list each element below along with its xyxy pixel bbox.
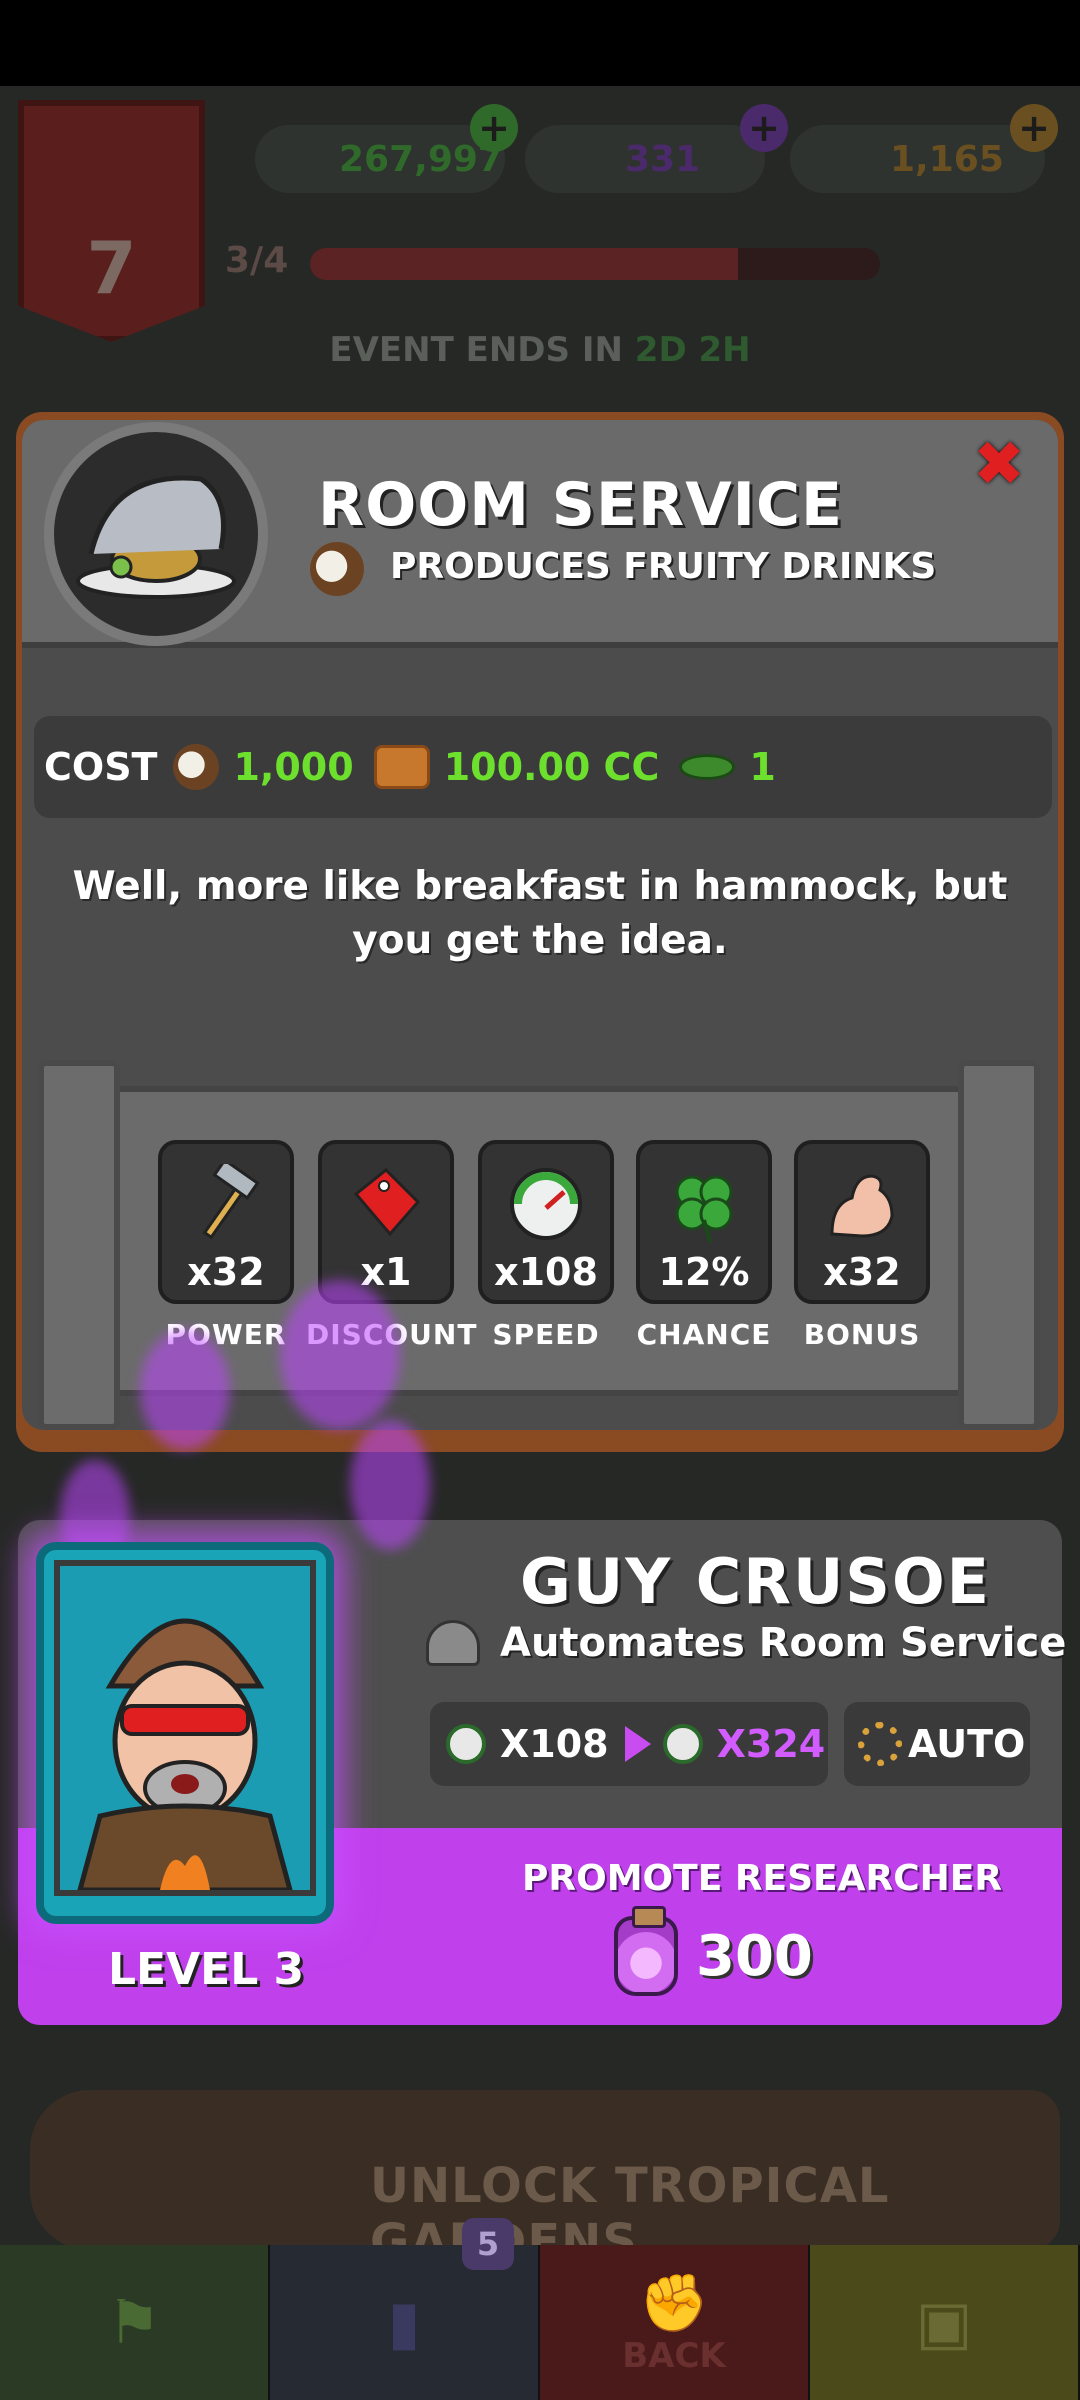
cash-counter: 267,997 xyxy=(255,125,505,193)
cost-row: COST 1,000 100.00 CC 1 xyxy=(34,716,1052,818)
promote-smoke xyxy=(280,1280,400,1430)
stage-progress-fill xyxy=(310,248,738,280)
modal-title: ROOM SERVICE xyxy=(318,470,843,540)
researcher-portrait xyxy=(54,1560,316,1896)
flag-icon: ⚑ xyxy=(107,2287,161,2358)
cards-count-badge: 5 xyxy=(462,2218,514,2270)
speed-gauge-icon xyxy=(662,1724,703,1764)
bottom-nav: ⚑ ▮ ✊ BACK ▣ xyxy=(0,2245,1080,2400)
stage-banner[interactable]: 7 xyxy=(18,100,205,342)
stone-pillar-right xyxy=(958,1060,1040,1430)
speed-from: X108 xyxy=(500,1722,609,1766)
stat-power[interactable]: x32 xyxy=(158,1140,294,1304)
event-time: 2D 2H xyxy=(634,330,751,370)
stat-bonus-value: x32 xyxy=(823,1250,901,1294)
modal-subtitle-text: PRODUCES FRUITY DRINKS xyxy=(390,546,937,587)
researcher-level: LEVEL 3 xyxy=(108,1944,305,1995)
add-gold-icon[interactable]: + xyxy=(1010,104,1058,152)
nav-back-button[interactable]: ✊ BACK xyxy=(540,2245,810,2400)
potion-jar-icon xyxy=(614,1906,678,1996)
stat-power-value: x32 xyxy=(187,1250,265,1294)
leaf-icon xyxy=(679,754,736,780)
potion-counter: 331 xyxy=(525,125,765,193)
stat-chance-value: 12% xyxy=(658,1250,750,1294)
promote-smoke xyxy=(140,1330,230,1450)
cost-cc: 100.00 CC xyxy=(443,745,660,789)
cost-leaf: 1 xyxy=(749,745,776,789)
researcher-automates: Automates Room Service xyxy=(426,1620,1067,1666)
room-description: Well, more like breakfast in hammock, bu… xyxy=(72,864,1008,963)
price-tag-icon xyxy=(322,1156,450,1252)
treasure-chest-icon: ▣ xyxy=(915,2287,973,2358)
back-label: BACK xyxy=(622,2335,726,2376)
suitcase-icon xyxy=(373,745,430,789)
speed-upgrade-pill: X108 X324 xyxy=(430,1702,828,1786)
nav-chest-button[interactable]: ▣ xyxy=(810,2245,1080,2400)
stage-level: 7 xyxy=(86,226,137,310)
auto-label: AUTO xyxy=(908,1722,1026,1766)
gold-value: 1,165 xyxy=(890,138,1004,180)
add-cash-icon[interactable]: + xyxy=(470,104,518,152)
stat-bonus[interactable]: x32 xyxy=(794,1140,930,1304)
stat-chance-label: CHANCE xyxy=(636,1318,772,1351)
stat-speed-label: SPEED xyxy=(492,1318,600,1351)
room-service-icon xyxy=(44,422,268,646)
cloche-icon xyxy=(76,475,236,599)
muscle-arm-icon xyxy=(798,1156,926,1252)
close-button[interactable]: ✖ xyxy=(966,427,1032,500)
promote-cost-value: 300 xyxy=(696,1923,813,1989)
researcher-name: GUY CRUSOE xyxy=(520,1545,992,1618)
promote-researcher-label: PROMOTE RESEARCHER xyxy=(522,1858,1003,1899)
close-icon: ✖ xyxy=(973,426,1025,500)
researcher-automates-text: Automates Room Service xyxy=(500,1620,1067,1666)
cost-label: COST xyxy=(44,745,158,789)
stone-pillar-left xyxy=(38,1060,120,1430)
clover-icon xyxy=(640,1156,768,1252)
add-potion-icon[interactable]: + xyxy=(740,104,788,152)
arrow-right-icon xyxy=(624,1726,651,1762)
cards-icon: ▮ xyxy=(387,2287,421,2358)
gold-counter: 1,165 xyxy=(790,125,1045,193)
stage-progress-label: 3/4 xyxy=(225,240,289,281)
coconut-drink-icon xyxy=(310,542,364,596)
status-bar xyxy=(0,0,1080,86)
promote-cost: 300 xyxy=(614,1906,813,1996)
hammer-icon xyxy=(162,1156,290,1252)
cost-drinks: 1,000 xyxy=(233,745,354,789)
stat-bonus-label: BONUS xyxy=(803,1318,921,1351)
coconut-drink-icon xyxy=(173,744,220,790)
speed-gauge-icon xyxy=(446,1724,486,1764)
room-service-small-icon xyxy=(426,1620,480,1666)
potion-value: 331 xyxy=(625,138,701,180)
stage-progress-bar xyxy=(310,248,880,280)
guy-crusoe-avatar xyxy=(60,1566,310,1890)
event-label: EVENT ENDS IN xyxy=(329,330,623,370)
gear-icon xyxy=(858,1722,902,1766)
stat-speed-value: x108 xyxy=(494,1250,598,1294)
promote-smoke xyxy=(350,1420,430,1550)
fist-icon: ✊ xyxy=(639,2270,709,2336)
speed-to: X324 xyxy=(716,1722,826,1766)
event-timer: EVENT ENDS IN 2D 2H xyxy=(0,330,1080,370)
stat-speed[interactable]: x108 xyxy=(478,1140,614,1304)
stat-chance[interactable]: 12% xyxy=(636,1140,772,1304)
speed-gauge-icon xyxy=(482,1156,610,1252)
modal-subtitle: PRODUCES FRUITY DRINKS xyxy=(310,542,937,596)
nav-map-button[interactable]: ⚑ xyxy=(0,2245,270,2400)
auto-pill: AUTO xyxy=(844,1702,1030,1786)
